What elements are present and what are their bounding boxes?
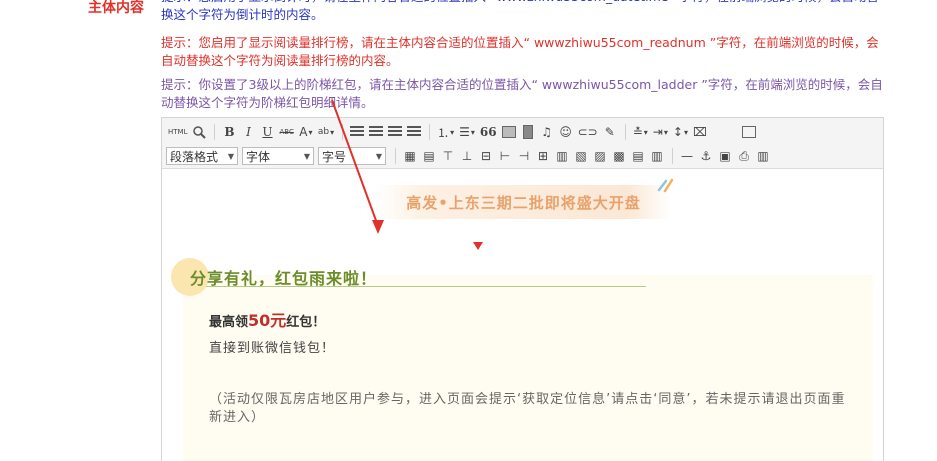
paste-icon[interactable]: ▥ <box>754 147 772 165</box>
insert-col-right-icon[interactable]: ⊣ <box>515 147 533 165</box>
max-prefix: 最高领 <box>209 315 249 330</box>
tip-ladder: 提示：你设置了3级以上的阶梯红包，请在主体内容合适的位置插入“ wwwzhiwu… <box>161 77 883 110</box>
merge-cells-icon[interactable]: ▥ <box>553 147 571 165</box>
tip-datetime: 提示：您启用了显示倒计时，请在主体内容合适的位置插入“ wwwzhiwu55co… <box>161 0 879 22</box>
direct-wallet-line: 直接到账微信钱包！ <box>209 341 336 356</box>
font-color-label: A <box>299 125 308 139</box>
image-glyph <box>501 126 516 138</box>
chevron-down-icon: ▾ <box>330 127 335 137</box>
insert-table-icon[interactable]: ▦ <box>401 147 419 165</box>
activity-note: （活动仅限瓦房店地区用户参与，进入页面会提示‘获取定位信息’请点击‘同意’，若未… <box>209 392 846 425</box>
strikethrough-button[interactable]: ABC <box>277 123 295 141</box>
max-redpacket-line: 最高领50元红包！ <box>209 307 325 331</box>
align-lines-glyph <box>388 126 403 138</box>
toolbar-separator <box>395 148 396 164</box>
max-amount: 50元 <box>248 311 287 330</box>
fullscreen-glyph <box>741 126 756 138</box>
toolbar-separator <box>624 124 626 140</box>
eraser-icon[interactable]: ✎ <box>601 123 619 141</box>
font-size-value: 字号 <box>322 149 347 164</box>
chevron-down-icon: ▼ <box>303 151 310 161</box>
merge-down-icon[interactable]: ▨ <box>591 147 609 165</box>
horizontal-rule-icon[interactable]: — <box>678 147 696 165</box>
ordered-list-icon[interactable]: ⒈ ▾ <box>435 123 456 141</box>
promo-card <box>183 275 873 461</box>
file-icon[interactable] <box>519 123 537 141</box>
insert-row-below-icon[interactable]: ⊥ <box>458 147 476 165</box>
chevron-down-icon: ▼ <box>375 151 382 161</box>
merge-right-icon[interactable]: ▧ <box>572 147 590 165</box>
chevron-down-icon: ▾ <box>470 127 475 137</box>
font-color-button[interactable]: A ▾ <box>297 123 315 141</box>
toolbar-separator <box>342 124 344 140</box>
table-property-icon[interactable]: ▤ <box>420 147 438 165</box>
indent-icon[interactable]: ⇥ ▾ <box>651 123 670 141</box>
split-rows-icon[interactable]: ▤ <box>629 147 647 165</box>
insert-row-above-icon[interactable]: ⊤ <box>439 147 457 165</box>
red-triangle-icon <box>473 242 483 250</box>
toolbar-separator <box>214 124 216 140</box>
tip-readnum: 提示：您启用了显示阅读量排行榜，请在主体内容合适的位置插入“ wwwzhiwu5… <box>161 35 879 68</box>
page-break-icon[interactable]: ▣ <box>716 147 734 165</box>
delete-col-icon[interactable]: ⊞ <box>534 147 552 165</box>
file-glyph <box>522 125 533 139</box>
format-brush-icon[interactable]: ⌧ <box>691 123 709 141</box>
chevron-down-icon: ▼ <box>227 151 234 161</box>
line-height-icon[interactable]: ↕ ▾ <box>671 123 690 141</box>
pen-deco-icon <box>657 178 674 193</box>
fullscreen-icon[interactable] <box>740 123 758 141</box>
toolbar-separator <box>429 124 431 140</box>
align-lines-glyph <box>369 126 384 138</box>
chevron-down-icon: ▾ <box>308 127 313 137</box>
font-size-select[interactable]: 字号 ▼ <box>318 147 386 165</box>
align-justify-icon[interactable] <box>405 123 423 141</box>
highlight-icon: ab <box>317 127 330 137</box>
bold-button[interactable]: B <box>220 123 238 141</box>
chevron-down-icon: ▾ <box>663 127 668 137</box>
max-suffix: 红包！ <box>286 315 326 330</box>
editor-toolbar: HTML B I U ABC A ▾ ab ▾ ⒈ ▾ ☰ ▾ 66 ♫ ☺ ⊂⊃ <box>162 118 883 169</box>
chevron-down-icon: ▾ <box>683 127 688 137</box>
split-cells-icon[interactable]: ▩ <box>610 147 628 165</box>
align-center-icon[interactable] <box>367 123 385 141</box>
font-family-select[interactable]: 字体 ▼ <box>242 147 314 165</box>
align-right-icon[interactable] <box>386 123 404 141</box>
main-content-label: 主体内容 <box>88 0 144 16</box>
toolbar-row-2: 段落格式 ▼ 字体 ▼ 字号 ▼ ▦ ▤ ⊤ ⊥ ⊟ ⊢ ⊣ ⊞ ▥ ▧ ▨ ▩ ▤ … <box>166 145 773 167</box>
align-lines-glyph <box>407 126 422 138</box>
promo-banner: 高发•上东三期二批即将盛大开盘 <box>376 185 671 219</box>
html-source-label: HTML <box>168 128 188 136</box>
align-lines-glyph <box>350 126 365 138</box>
link-icon[interactable]: ⊂⊃ <box>576 123 600 141</box>
image-icon[interactable] <box>500 123 518 141</box>
print-icon[interactable]: ⎙ <box>735 147 753 165</box>
delete-row-icon[interactable]: ⊟ <box>477 147 495 165</box>
paragraph-format-value: 段落格式 <box>170 149 219 164</box>
row-spacing-icon[interactable]: ≛ ▾ <box>631 123 650 141</box>
preview-icon[interactable] <box>190 123 208 141</box>
unordered-list-icon[interactable]: ☰ ▾ <box>457 123 477 141</box>
blockquote-button[interactable]: 66 <box>478 123 499 141</box>
align-left-icon[interactable] <box>348 123 366 141</box>
emotion-icon[interactable]: ☺ <box>557 123 575 141</box>
underline-button[interactable]: U <box>258 123 276 141</box>
html-source-button[interactable]: HTML <box>166 123 189 141</box>
title-underline <box>206 286 646 287</box>
font-family-value: 字体 <box>246 149 271 164</box>
editor-content[interactable]: 高发•上东三期二批即将盛大开盘 分享有礼，红包雨来啦！ 最高领50元红包！ 直接… <box>162 169 883 461</box>
chevron-down-icon: ▾ <box>450 127 455 137</box>
rich-text-editor[interactable]: HTML B I U ABC A ▾ ab ▾ ⒈ ▾ ☰ ▾ 66 ♫ ☺ ⊂⊃ <box>161 117 884 461</box>
italic-button[interactable]: I <box>239 123 257 141</box>
toolbar-row-1: HTML B I U ABC A ▾ ab ▾ ⒈ ▾ ☰ ▾ 66 ♫ ☺ ⊂⊃ <box>166 121 759 143</box>
anchor-icon[interactable]: ⚓ <box>697 147 715 165</box>
insert-col-left-icon[interactable]: ⊢ <box>496 147 514 165</box>
split-cols-icon[interactable]: ▥ <box>648 147 666 165</box>
highlight-color-button[interactable]: ab ▾ <box>316 123 336 141</box>
music-icon[interactable]: ♫ <box>538 123 556 141</box>
paragraph-format-select[interactable]: 段落格式 ▼ <box>166 147 238 165</box>
toolbar-separator <box>672 148 673 164</box>
chevron-down-icon: ▾ <box>643 127 648 137</box>
